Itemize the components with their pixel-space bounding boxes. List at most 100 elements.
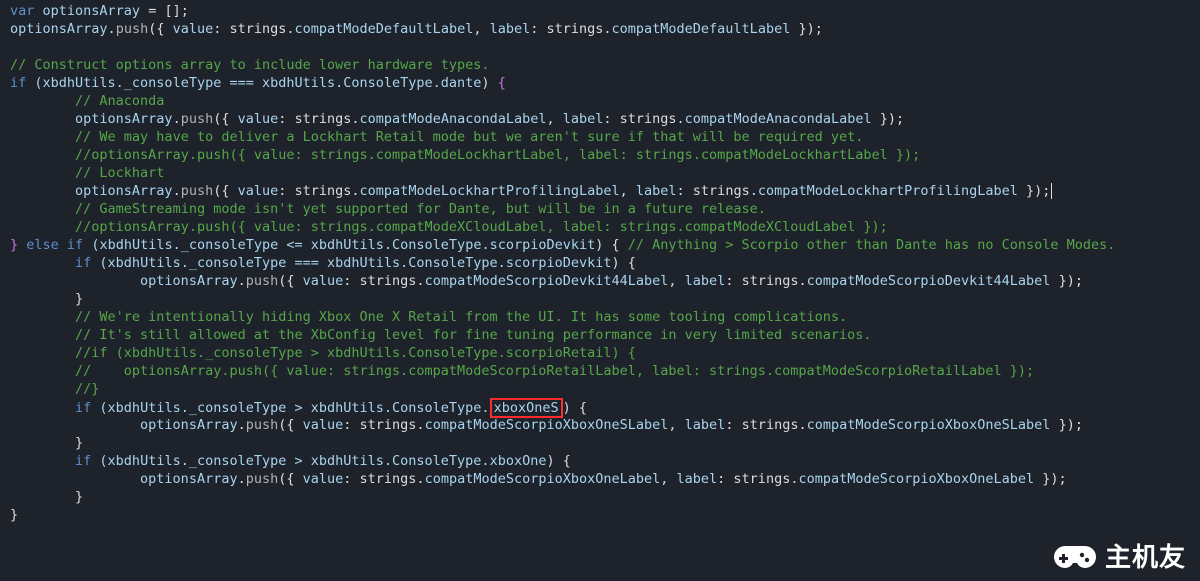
- code-token: ,: [473, 21, 489, 37]
- code-token: compatModeScorpioDevkit44Label: [807, 273, 1051, 289]
- indent: [10, 363, 75, 379]
- code-token: {: [498, 75, 506, 91]
- code-token: ) {: [611, 255, 635, 271]
- code-token: value: [303, 417, 344, 433]
- code-token: (xbdhUtils._consoleType <= xbdhUtils.Con…: [83, 237, 489, 253]
- code-token: (xbdhUtils._consoleType === xbdhUtils.Co…: [26, 75, 441, 91]
- code-token: }: [10, 507, 18, 523]
- code-token: optionsArray: [43, 3, 149, 19]
- code-token: }: [10, 237, 18, 253]
- code-line: // We may have to deliver a Lockhart Ret…: [10, 128, 1190, 146]
- code-token: = [];: [148, 3, 189, 19]
- indent: [10, 111, 75, 127]
- code-token: value: [238, 111, 279, 127]
- indent: [10, 273, 140, 289]
- code-token: //if (xbdhUtils._consoleType > xbdhUtils…: [75, 345, 636, 361]
- code-token: ): [481, 75, 497, 91]
- code-token: label: [677, 471, 718, 487]
- code-token: });: [790, 21, 823, 37]
- code-token: // GameStreaming mode isn't yet supporte…: [75, 201, 766, 217]
- code-token: ,: [620, 183, 636, 199]
- code-line: }: [10, 434, 1190, 452]
- code-token: (xbdhUtils._consoleType > xbdhUtils.Cons…: [91, 400, 489, 416]
- code-token: }: [75, 489, 83, 505]
- code-token: : strings.: [725, 273, 806, 289]
- code-token: });: [872, 111, 905, 127]
- code-line: optionsArray.push({ value: strings.compa…: [10, 182, 1190, 200]
- code-token: //}: [75, 381, 99, 397]
- indent: [10, 309, 75, 325]
- indent: [10, 345, 75, 361]
- code-token: // optionsArray.push({ value: strings.co…: [75, 363, 1034, 379]
- watermark-logo: 主机友: [1053, 543, 1186, 571]
- code-token: .: [173, 183, 181, 199]
- code-token: compatModeScorpioDevkit44Label: [425, 273, 669, 289]
- watermark-text: 主机友: [1105, 548, 1186, 566]
- code-editor: var optionsArray = [];optionsArray.push(…: [0, 0, 1200, 524]
- code-line: //}: [10, 380, 1190, 398]
- code-token: if: [75, 255, 91, 271]
- code-token: ({: [278, 471, 302, 487]
- indent: [10, 435, 75, 451]
- code-token: push: [246, 417, 279, 433]
- code-token: // Anaconda: [75, 93, 164, 109]
- indent: [10, 219, 75, 235]
- code-token: if: [75, 453, 91, 469]
- code-line: }: [10, 290, 1190, 308]
- code-token: (xbdhUtils._consoleType > xbdhUtils.Cons…: [91, 453, 489, 469]
- code-token: compatModeLockhartProfilingLabel: [360, 183, 620, 199]
- code-token: ({: [148, 21, 172, 37]
- code-token: compatModeDefaultLabel: [612, 21, 791, 37]
- code-line: optionsArray.push({ value: strings.compa…: [10, 20, 1190, 38]
- code-token: ) {: [546, 453, 570, 469]
- code-token: }: [75, 291, 83, 307]
- code-token: // Construct options array to include lo…: [10, 57, 490, 73]
- indent: [10, 147, 75, 163]
- code-token: value: [173, 21, 214, 37]
- code-token: .: [238, 471, 246, 487]
- code-token: optionsArray: [75, 183, 173, 199]
- code-token: value: [238, 183, 279, 199]
- indent: [10, 183, 75, 199]
- code-token: push: [246, 471, 279, 487]
- code-token: compatModeScorpioXboxOneSLabel: [425, 417, 669, 433]
- code-line: //if (xbdhUtils._consoleType > xbdhUtils…: [10, 344, 1190, 362]
- code-line: if (xbdhUtils._consoleType === xbdhUtils…: [10, 74, 1190, 92]
- code-token: // Anything > Scorpio other than Dante h…: [628, 237, 1116, 253]
- code-token: value: [303, 471, 344, 487]
- code-token: // Lockhart: [75, 165, 164, 181]
- code-token: optionsArray: [140, 417, 238, 433]
- code-token: compatModeScorpioXboxOneLabel: [798, 471, 1034, 487]
- code-token: ,: [546, 111, 562, 127]
- code-token: ,: [668, 417, 684, 433]
- code-token: compatModeAnacondaLabel: [360, 111, 547, 127]
- code-token: : strings.: [343, 273, 424, 289]
- code-line: optionsArray.push({ value: strings.compa…: [10, 470, 1190, 488]
- code-token: label: [636, 183, 677, 199]
- code-token: }: [75, 435, 83, 451]
- code-token: value: [303, 273, 344, 289]
- code-line: optionsArray.push({ value: strings.compa…: [10, 416, 1190, 434]
- code-token: compatModeAnacondaLabel: [685, 111, 872, 127]
- code-token: label: [685, 417, 726, 433]
- code-token: compatModeScorpioXboxOneLabel: [425, 471, 661, 487]
- code-token: push: [116, 21, 149, 37]
- indent: [10, 381, 75, 397]
- code-token: optionsArray: [10, 21, 108, 37]
- code-token: ({: [278, 417, 302, 433]
- code-line: // We're intentionally hiding Xbox One X…: [10, 308, 1190, 326]
- indent: [10, 327, 75, 343]
- code-token: });: [1018, 183, 1051, 199]
- code-token: optionsArray: [140, 471, 238, 487]
- indent: [10, 255, 75, 271]
- code-token: push: [246, 273, 279, 289]
- code-token: optionsArray: [75, 111, 173, 127]
- code-line: //optionsArray.push({ value: strings.com…: [10, 218, 1190, 236]
- code-line: [10, 38, 1190, 56]
- code-token: : strings.: [603, 111, 684, 127]
- code-token: ) {: [595, 237, 628, 253]
- code-token: [10, 39, 18, 55]
- code-token: : strings.: [717, 471, 798, 487]
- code-token: : strings.: [725, 417, 806, 433]
- indent: [10, 165, 75, 181]
